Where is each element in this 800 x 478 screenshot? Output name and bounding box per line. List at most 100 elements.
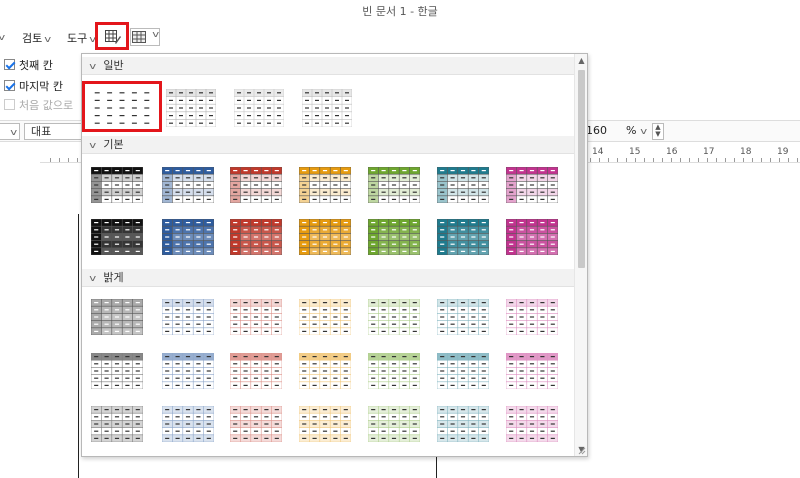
style-thumb-basic-1-1[interactable] — [162, 167, 214, 203]
table-style-gallery: v 일반 v 기본 v 밝게 ▲ ▼ — [81, 53, 588, 457]
style-thumb-basic-2-0[interactable] — [91, 219, 143, 255]
gallery-scrollbar[interactable]: ▲ ▼ — [574, 54, 587, 456]
style-select[interactable]: 대표 — [24, 123, 84, 140]
ruler-tick — [680, 158, 681, 162]
ruler-tick — [68, 158, 69, 162]
ruler-tick — [725, 158, 726, 162]
menu-review-label: 검토 — [22, 32, 43, 45]
table-grid-button[interactable]: v — [130, 28, 160, 46]
ruler-tick — [50, 158, 51, 162]
gallery-content: v 일반 v 기본 v 밝게 — [82, 54, 574, 456]
ruler-tick — [599, 158, 600, 162]
last-col-label: 마지막 칸 — [19, 80, 63, 93]
scroll-up-icon[interactable]: ▲ — [575, 54, 587, 67]
chevron-down-icon: v — [9, 128, 17, 138]
style-thumb-basic-1-3[interactable] — [299, 167, 351, 203]
style-thumb-light-1-6[interactable] — [506, 299, 558, 335]
ruler-number: 18 — [740, 147, 752, 157]
first-col-checkbox[interactable] — [4, 59, 15, 70]
ruler-tick — [743, 158, 744, 162]
style-thumb-basic-2-1[interactable] — [162, 219, 214, 255]
ruler-tick — [788, 158, 789, 162]
page-margin-line — [78, 214, 79, 478]
style-thumb-light-2-0[interactable] — [91, 353, 143, 389]
chevron-down-icon: v — [640, 127, 648, 137]
ruler-tick — [590, 158, 591, 162]
section-header-light[interactable]: v 밝게 — [82, 269, 574, 287]
ruler-number: 19 — [777, 147, 789, 157]
style-thumb-basic-2-6[interactable] — [506, 219, 558, 255]
style-thumb-light-2-3[interactable] — [299, 353, 351, 389]
style-thumb-general-4[interactable] — [302, 89, 352, 127]
ruler-tick — [797, 158, 798, 162]
ruler-tick — [644, 158, 645, 162]
ruler-tick — [689, 158, 690, 162]
style-thumb-light-3-1[interactable] — [162, 406, 214, 442]
section-header-general[interactable]: v 일반 — [82, 57, 574, 75]
style-thumb-basic-2-3[interactable] — [299, 219, 351, 255]
style-thumb-basic-1-5[interactable] — [437, 167, 489, 203]
menu-prev-chevron[interactable]: v — [0, 30, 5, 43]
table-style-button[interactable] — [95, 22, 129, 50]
style-thumb-light-2-5[interactable] — [437, 353, 489, 389]
style-thumb-light-3-4[interactable] — [368, 406, 420, 442]
style-thumb-light-2-6[interactable] — [506, 353, 558, 389]
style-thumb-basic-2-5[interactable] — [437, 219, 489, 255]
section-header-basic[interactable]: v 기본 — [82, 136, 574, 154]
first-col-option[interactable]: 첫째 칸 — [4, 57, 53, 73]
style-thumb-basic-1-4[interactable] — [368, 167, 420, 203]
zoom-spinner[interactable]: ▲ ▼ — [652, 123, 664, 140]
style-thumb-light-1-2[interactable] — [230, 299, 282, 335]
ruler-tick — [59, 158, 60, 162]
style-thumb-light-3-5[interactable] — [437, 406, 489, 442]
ruler-tick — [662, 158, 663, 162]
style-thumb-basic-1-2[interactable] — [230, 167, 282, 203]
ruler-tick — [707, 158, 708, 162]
style-thumb-light-3-6[interactable] — [506, 406, 558, 442]
style-thumb-light-1-3[interactable] — [299, 299, 351, 335]
section-title-general: 일반 — [103, 59, 124, 72]
style-thumb-none[interactable] — [91, 89, 153, 127]
zoom-input[interactable]: 160 — [586, 123, 622, 140]
ruler-tick — [608, 158, 609, 162]
resize-grip-icon[interactable] — [578, 447, 586, 455]
ruler-tick — [761, 158, 762, 162]
ruler-tick — [671, 158, 672, 162]
style-thumb-basic-1-0[interactable] — [91, 167, 143, 203]
ruler-tick — [626, 158, 627, 162]
style-thumb-basic-2-4[interactable] — [368, 219, 420, 255]
scroll-thumb[interactable] — [578, 70, 585, 268]
ruler-tick — [716, 158, 717, 162]
style-thumb-basic-1-6[interactable] — [506, 167, 558, 203]
menu-tools[interactable]: 도구 v — [67, 30, 96, 46]
style-thumb-light-2-1[interactable] — [162, 353, 214, 389]
reset-label: 처음 값으로 — [19, 99, 74, 112]
ruler-tick — [617, 158, 618, 162]
ruler-tick — [698, 158, 699, 162]
section-title-basic: 기본 — [103, 138, 124, 151]
style-thumb-basic-2-2[interactable] — [230, 219, 282, 255]
style-thumb-light-3-2[interactable] — [230, 406, 282, 442]
left-dropdown[interactable]: v — [0, 123, 20, 140]
reset-checkbox — [4, 99, 15, 110]
style-thumb-light-1-1[interactable] — [162, 299, 214, 335]
window-title: 빈 문서 1 - 한글 — [362, 5, 438, 18]
style-thumb-light-1-0[interactable] — [91, 299, 143, 335]
style-thumb-light-1-4[interactable] — [368, 299, 420, 335]
last-col-checkbox[interactable] — [4, 80, 15, 91]
style-thumb-light-3-0[interactable] — [91, 406, 143, 442]
menu-review[interactable]: 검토 v — [22, 30, 51, 46]
last-col-option[interactable]: 마지막 칸 — [4, 78, 63, 94]
style-thumb-general-3[interactable] — [234, 89, 284, 127]
style-thumb-light-2-2[interactable] — [230, 353, 282, 389]
zoom-unit: % — [626, 124, 637, 137]
ruler-tick — [734, 158, 735, 162]
chevron-down-icon: v — [44, 35, 52, 45]
zoom-dropdown[interactable]: v — [638, 124, 648, 137]
style-thumb-light-1-5[interactable] — [437, 299, 489, 335]
style-value: 대표 — [31, 125, 52, 138]
style-thumb-general-2[interactable] — [166, 89, 216, 127]
section-title-light: 밝게 — [103, 271, 124, 284]
style-thumb-light-2-4[interactable] — [368, 353, 420, 389]
style-thumb-light-3-3[interactable] — [299, 406, 351, 442]
